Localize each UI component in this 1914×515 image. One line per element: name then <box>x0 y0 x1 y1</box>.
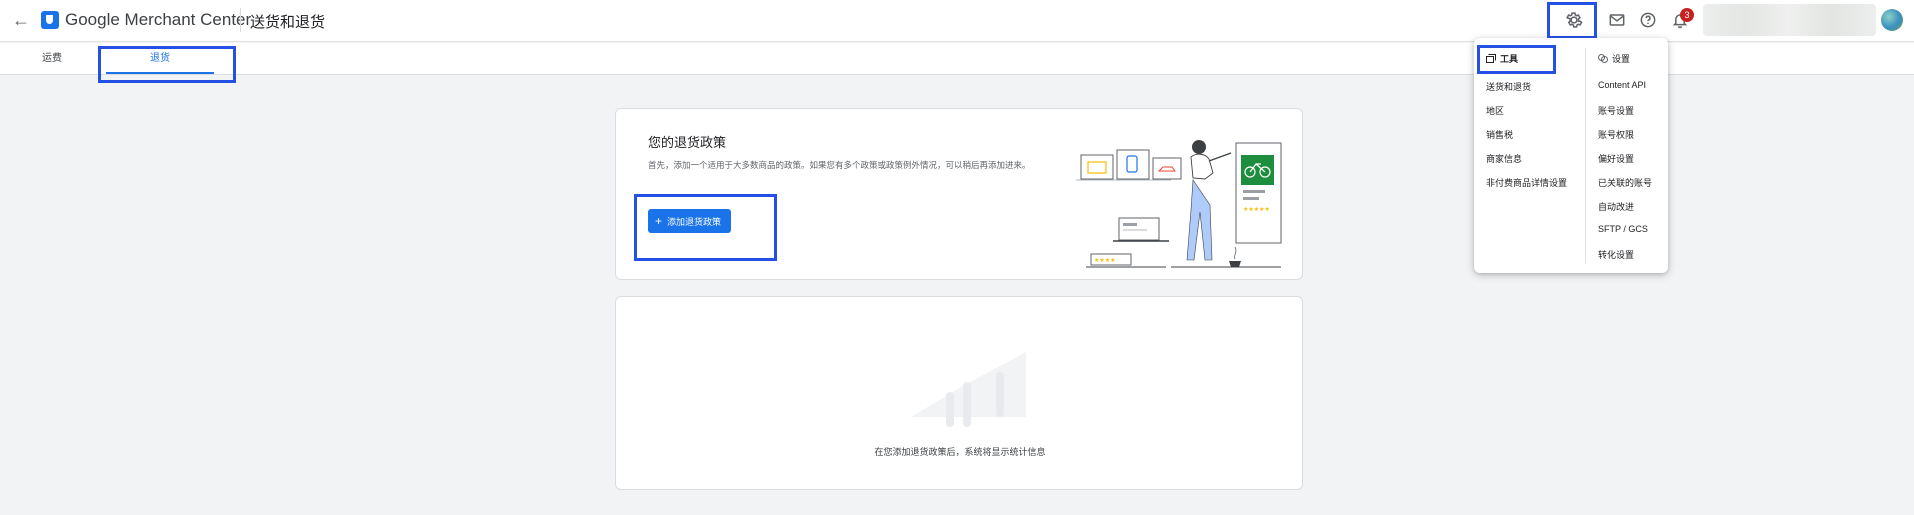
help-icon <box>1640 12 1656 28</box>
statistics-card: 在您添加退货政策后，系统将显示统计信息 <box>615 296 1303 490</box>
help-button[interactable] <box>1638 10 1658 30</box>
top-header: ← Google Merchant Center 送货和退货 3 <box>0 0 1914 42</box>
highlight-box-gear <box>1547 2 1597 39</box>
menu-item-linked-accounts[interactable]: 已关联的账号 <box>1598 176 1652 189</box>
back-arrow-icon[interactable]: ← <box>10 9 32 31</box>
header-divider <box>240 8 241 32</box>
menu-item-regions[interactable]: 地区 <box>1486 104 1504 117</box>
highlight-box-returns-tab <box>98 46 236 83</box>
policy-card-title: 您的退货政策 <box>648 135 727 150</box>
mail-icon <box>1609 14 1625 26</box>
merchant-center-logo-icon <box>41 11 59 29</box>
menu-item-free-listings-settings[interactable]: 非付费商品详情设置 <box>1486 176 1567 189</box>
menu-item-automatic-improvements[interactable]: 自动改进 <box>1598 200 1634 213</box>
notification-badge: 3 <box>1680 8 1694 22</box>
policy-card-description: 首先，添加一个适用于大多数商品的政策。如果您有多个政策或政策例外情况，可以稍后再… <box>648 160 1031 170</box>
menu-item-conversion-settings[interactable]: 转化设置 <box>1598 248 1634 261</box>
page-title: 送货和退货 <box>250 14 326 31</box>
settings-icon <box>1598 54 1608 63</box>
menu-item-preferences[interactable]: 偏好设置 <box>1598 152 1634 165</box>
tab-shipping[interactable]: 运费 <box>30 43 74 75</box>
highlight-box-add-button <box>634 194 777 261</box>
avatar[interactable] <box>1881 9 1903 31</box>
menu-item-shipping-returns[interactable]: 送货和退货 <box>1486 80 1531 93</box>
menu-item-account-permissions[interactable]: 账号权限 <box>1598 128 1634 141</box>
highlight-box-tools <box>1477 45 1556 74</box>
menu-item-business-info[interactable]: 商家信息 <box>1486 152 1522 165</box>
account-info[interactable] <box>1703 4 1876 36</box>
empty-stats-message: 在您添加退货政策后，系统将显示统计信息 <box>874 447 1046 457</box>
menu-column-divider <box>1585 48 1586 263</box>
menu-item-content-api[interactable]: Content API <box>1598 80 1646 90</box>
brand-name: Google Merchant Center <box>65 10 252 29</box>
return-policy-illustration: ★★★★★ ★★★★ <box>1076 140 1282 268</box>
mail-button[interactable] <box>1607 10 1627 30</box>
menu-settings-heading: 设置 <box>1598 52 1630 65</box>
svg-text:★★★★★: ★★★★★ <box>1243 206 1270 213</box>
menu-item-sftp-gcs[interactable]: SFTP / GCS <box>1598 224 1648 234</box>
menu-item-account-settings[interactable]: 账号设置 <box>1598 104 1634 117</box>
empty-chart-illustration <box>911 352 1026 427</box>
svg-text:★★★★: ★★★★ <box>1094 257 1116 264</box>
menu-item-sales-tax[interactable]: 销售税 <box>1486 128 1513 141</box>
settings-label: 设置 <box>1612 54 1631 64</box>
